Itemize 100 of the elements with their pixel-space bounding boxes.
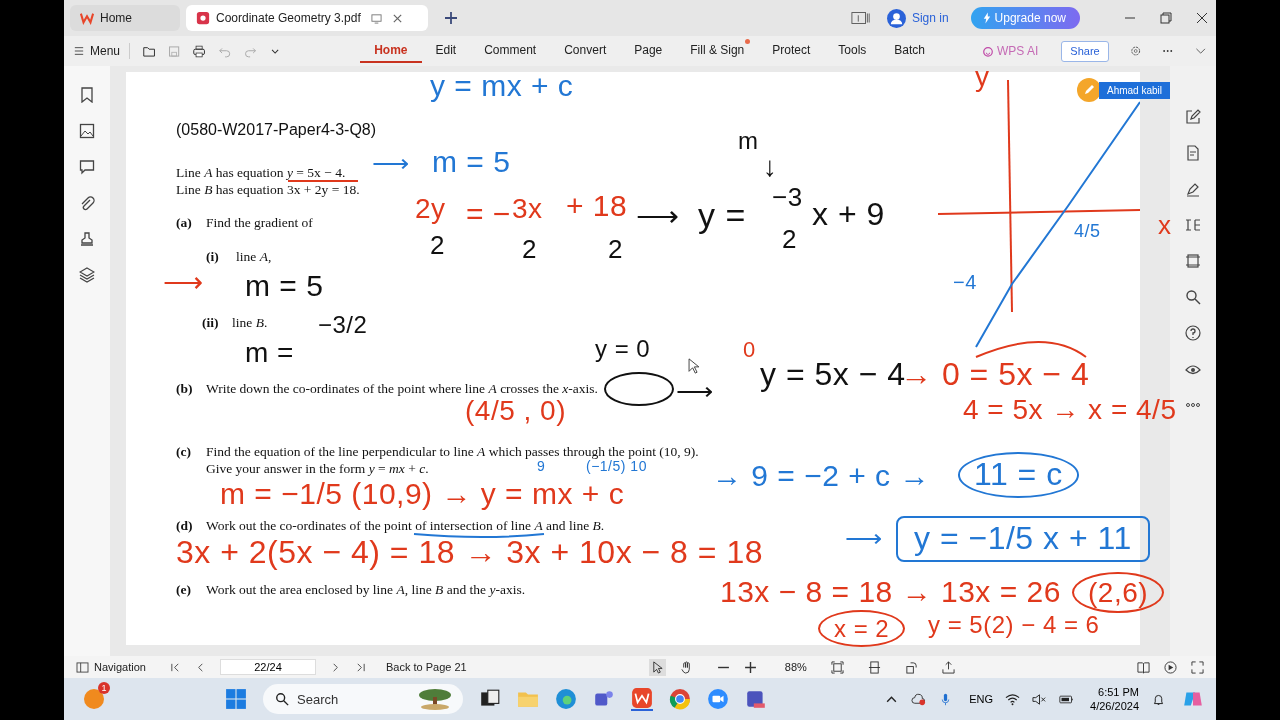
question-text: Find the equation of the line perpendicular to line A which passes through the point (10, 9). [206,444,699,459]
ribbon-tab[interactable]: Comment [470,43,551,63]
pointer-icon[interactable] [648,658,666,676]
scroll-icon[interactable] [1185,253,1201,269]
ribbon-tab[interactable]: Page [620,43,677,63]
monitor-icon[interactable] [370,12,382,24]
ribbon-tab[interactable]: Protect [758,43,825,63]
smiley-icon [982,45,994,57]
restore-icon[interactable] [1160,12,1172,24]
lightning-icon [982,12,991,24]
ribbon-tab[interactable]: Home [360,43,422,63]
cloud-icon[interactable] [911,692,927,706]
taskbar-search-field[interactable]: Search [263,684,464,714]
video-call-icon[interactable] [707,688,730,710]
handwritten-note: 4/5 [1074,222,1101,241]
layers-icon[interactable] [79,267,95,283]
teams-icon[interactable] [745,688,768,710]
handwritten-note: y = [698,198,746,234]
edit-icon[interactable] [1185,109,1201,125]
pen-icon[interactable] [1185,181,1201,197]
close-icon[interactable] [391,12,403,24]
zoom-in-icon[interactable] [743,660,757,674]
ribbon-tab[interactable]: Fill & Sign [676,43,759,63]
menu-button[interactable]: Menu [74,44,121,58]
notification-icon[interactable] [84,689,104,709]
handwritten-note: 11 = c [958,452,1079,498]
paperclip-icon[interactable] [79,195,95,211]
search-icon [275,692,290,706]
print-icon[interactable] [193,43,206,59]
notification-badge: 1 [98,682,110,694]
close-icon[interactable] [1196,12,1208,24]
handwritten-note: x [1158,212,1172,240]
zoom-dropdown[interactable]: 88% [784,661,807,673]
collaborator-label: Ahmad kabil [1098,81,1170,99]
language-indicator[interactable]: ENG [969,693,994,705]
search-icon[interactable] [1185,289,1201,305]
previous-page-icon[interactable] [195,661,206,673]
bookmark-icon[interactable] [79,87,95,103]
back-link[interactable]: Back to Page 21 [386,661,467,673]
last-page-icon[interactable] [355,661,366,673]
question-text: line A, [236,249,272,264]
stamp-icon[interactable] [79,231,95,247]
page-layout-icon[interactable] [867,660,881,674]
question-text: Work out the co-ordinates of the point of intersection of line A and line B. [206,518,605,533]
sign-in-link[interactable]: Sign in [911,11,949,25]
handwritten-note: 2 [608,236,623,264]
columns-icon[interactable] [1185,217,1201,233]
browser-icon[interactable] [555,688,578,710]
help-icon[interactable] [1185,325,1201,341]
pencil-icon[interactable] [1076,78,1101,102]
handwritten-note: m = 5 [432,146,511,178]
fullscreen-icon[interactable] [1191,660,1204,674]
handwritten-note: (−1/5) 10 [586,459,647,474]
wps-app-icon[interactable] [631,687,654,711]
hand-icon[interactable] [679,660,693,674]
page-counter-icon[interactable] [850,10,871,26]
navigation-button[interactable]: Navigation [76,661,146,673]
first-page-icon[interactable] [170,661,181,673]
handwritten-note: y = −1/5 x + 11 [896,516,1150,562]
document-tab[interactable]: Home [70,5,180,31]
pdf-icon [196,11,210,25]
handwritten-note: (2,6) [1072,572,1165,614]
handwritten-note: y = mx + c [430,70,574,102]
play-icon[interactable] [1164,660,1177,674]
handwritten-note: → 9 = −2 + c → [712,460,930,492]
new-tab-icon[interactable] [444,11,458,25]
handwritten-note: m = [245,338,294,368]
bell-icon[interactable] [1151,692,1166,706]
windows-start-icon[interactable] [225,688,248,710]
ribbon-tab[interactable]: Edit [421,43,471,63]
handwritten-note: −3 [772,184,803,212]
rotate-icon[interactable] [904,660,918,674]
handwritten-note: 2 [782,226,797,254]
comment-icon[interactable] [79,159,95,175]
handwritten-note: −4 [953,272,977,293]
handwritten-note: ⟶ [636,200,680,232]
wifi-icon[interactable] [1005,692,1021,706]
settings-icon[interactable] [1129,44,1142,58]
chrome-icon[interactable] [669,688,692,710]
handwritten-note: ↓ [763,152,778,182]
ribbon-tab[interactable]: Batch [880,43,939,63]
clock-time[interactable]: 6:51 PM [1098,685,1139,699]
upgrade-button[interactable]: Upgrade now [970,7,1080,29]
ribbon-tab[interactable]: Tools [824,43,881,63]
fit-page-icon[interactable] [830,660,844,674]
document-icon[interactable] [1185,145,1201,161]
circle-mark [604,372,674,406]
image-icon[interactable] [79,123,95,139]
clock-date[interactable]: 4/26/2024 [1090,699,1139,713]
export-icon[interactable] [941,660,955,674]
book-icon[interactable] [1137,660,1150,674]
question-label: (ii) [202,315,220,331]
muted-speaker-icon[interactable] [1032,692,1048,706]
share-button[interactable]: Share [1061,40,1109,62]
page-number-field[interactable]: 22/24 [220,659,316,675]
ribbon-tab[interactable]: Convert [550,43,621,63]
document-tab[interactable]: Coordinate Geometry 3.pdf [186,5,428,31]
handwritten-note: 0 [743,338,756,362]
next-page-icon[interactable] [330,661,341,673]
question-label: (c) [176,444,192,460]
